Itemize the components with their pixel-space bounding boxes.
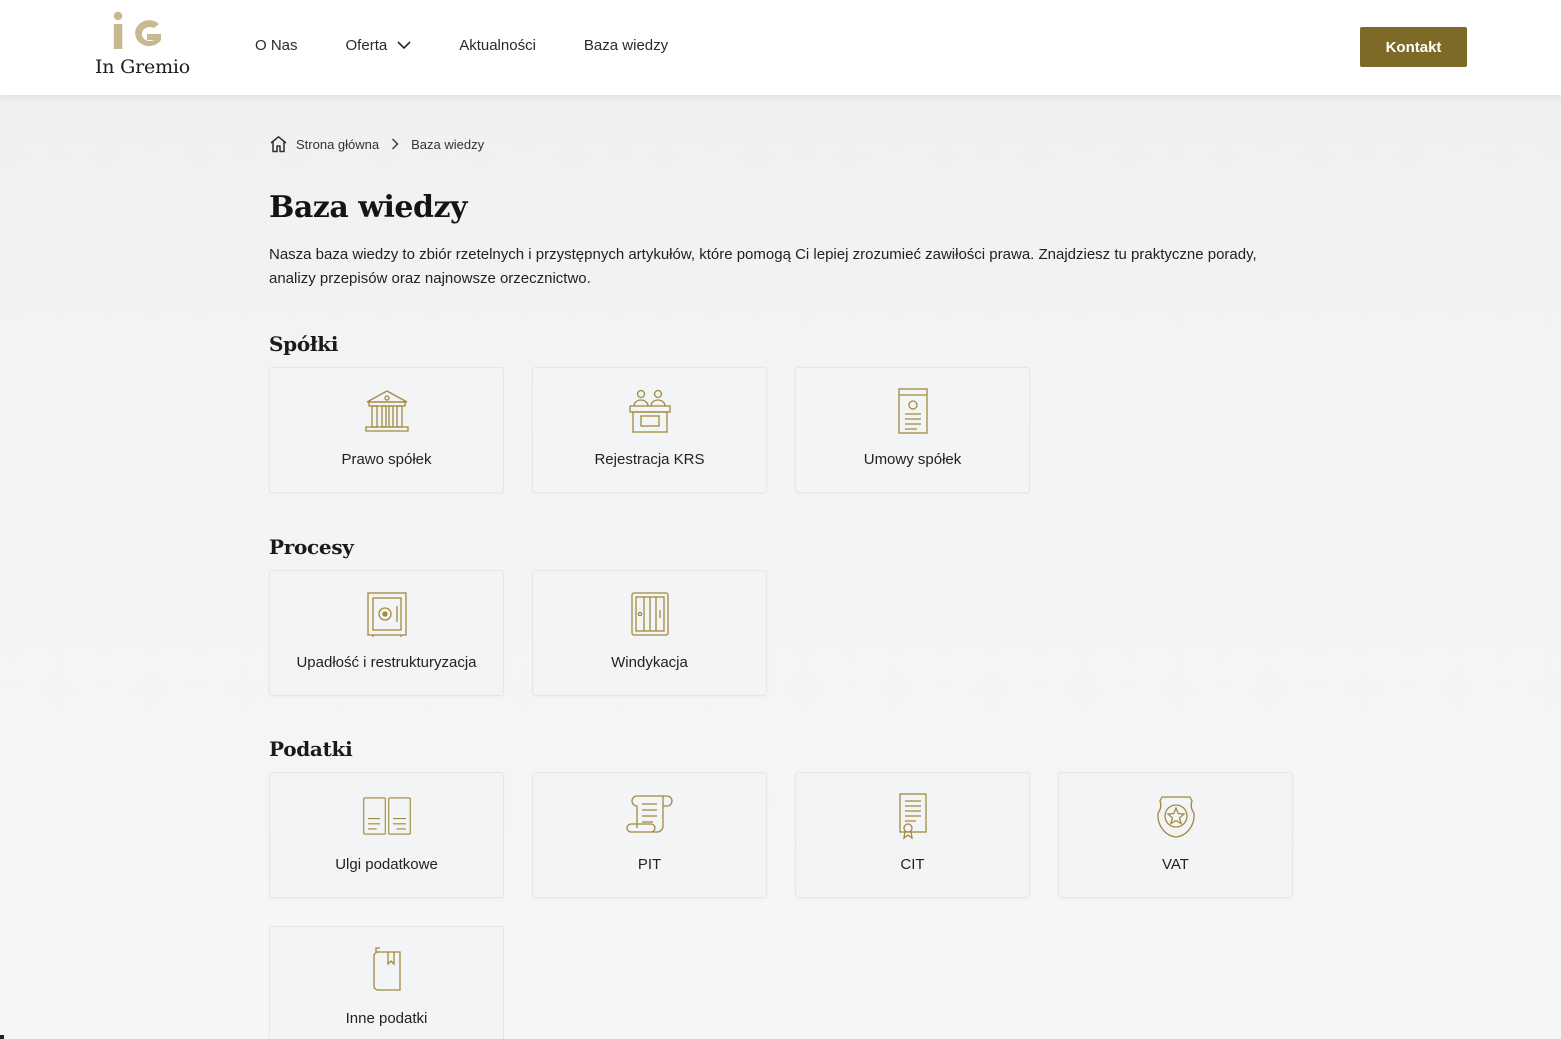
card-label: Umowy spółek [863, 451, 962, 468]
card-ulgi-podatkowe[interactable]: Ulgi podatkowe [269, 772, 504, 898]
courthouse-icon [362, 386, 412, 436]
card-label: Rejestracja KRS [594, 451, 705, 468]
breadcrumb-home-link[interactable]: Strona główna [296, 137, 379, 152]
card-upadlosc[interactable]: Upadłość i restrukturyzacja [269, 570, 504, 696]
card-prawo-spolek[interactable]: Prawo spółek [269, 367, 504, 493]
card-label: Upadłość i restrukturyzacja [296, 654, 477, 671]
section-title-procesy: Procesy [269, 535, 354, 559]
nav-item-baza-wiedzy[interactable]: Baza wiedzy [584, 37, 668, 54]
card-vat[interactable]: VAT [1058, 772, 1293, 898]
site-header: In Gremio O Nas Oferta Aktualności Baza … [0, 0, 1561, 95]
cabinet-icon [625, 589, 675, 639]
logo-text: In Gremio [95, 56, 191, 78]
card-pit[interactable]: PIT [532, 772, 767, 898]
card-rejestracja-krs[interactable]: Rejestracja KRS [532, 367, 767, 493]
open-book-icon [362, 791, 412, 841]
certificate-icon [888, 791, 938, 841]
logo[interactable]: In Gremio [95, 10, 190, 80]
nav-item-o-nas[interactable]: O Nas [255, 37, 298, 54]
card-windykacja[interactable]: Windykacja [532, 570, 767, 696]
card-inne-podatki[interactable]: Inne podatki [269, 926, 504, 1039]
card-label: VAT [1162, 856, 1189, 873]
section-title-podatki: Podatki [269, 737, 353, 761]
home-icon[interactable] [269, 135, 288, 153]
card-label: CIT [900, 856, 925, 873]
page-title: Baza wiedzy [269, 190, 467, 225]
registration-desk-icon [625, 386, 675, 436]
contact-button[interactable]: Kontakt [1360, 27, 1467, 67]
nav-item-oferta[interactable]: Oferta [346, 37, 412, 54]
card-umowy-spolek[interactable]: Umowy spółek [795, 367, 1030, 493]
chevron-right-icon [391, 138, 399, 150]
card-label: PIT [637, 856, 662, 873]
contract-document-icon [888, 386, 938, 436]
card-label: Inne podatki [345, 1010, 428, 1027]
nav-item-label: Aktualności [459, 37, 536, 54]
section-title-spolki: Spółki [269, 332, 339, 356]
nav-item-label: Oferta [345, 37, 388, 54]
main-nav: O Nas Oferta Aktualności Baza wiedzy [255, 37, 716, 54]
card-label: Ulgi podatkowe [335, 856, 438, 873]
nav-item-aktualnosci[interactable]: Aktualności [459, 37, 536, 54]
logo-mark-icon [113, 11, 161, 49]
scroll-icon [625, 791, 675, 841]
card-label: Windykacja [611, 654, 688, 671]
window-corner [0, 1035, 4, 1039]
breadcrumb-current: Baza wiedzy [411, 136, 485, 152]
card-label: Prawo spółek [341, 451, 432, 468]
star-badge-icon [1151, 791, 1201, 841]
safe-icon [362, 589, 412, 639]
chevron-down-icon [397, 41, 411, 50]
bookmark-book-icon [362, 945, 412, 995]
breadcrumb: Strona główna Baza wiedzy [269, 135, 484, 153]
nav-item-label: Baza wiedzy [583, 37, 669, 54]
card-cit[interactable]: CIT [795, 772, 1030, 898]
page-intro: Nasza baza wiedzy to zbiór rzetelnych i … [269, 246, 1257, 287]
nav-item-label: O Nas [255, 37, 298, 54]
